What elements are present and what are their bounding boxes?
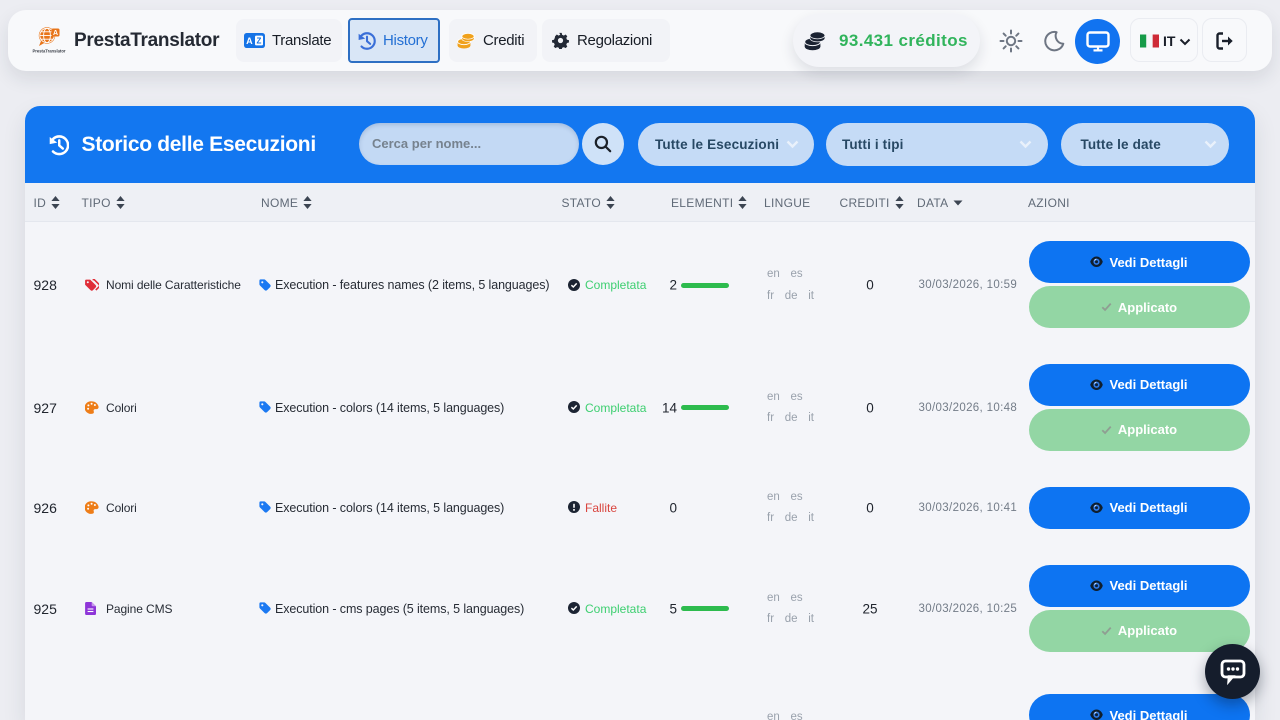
svg-text:Z: Z: [257, 36, 262, 45]
svg-text:A: A: [246, 36, 253, 46]
svg-text:A: A: [53, 30, 58, 37]
svg-text:PrestaTranslator: PrestaTranslator: [32, 49, 65, 54]
